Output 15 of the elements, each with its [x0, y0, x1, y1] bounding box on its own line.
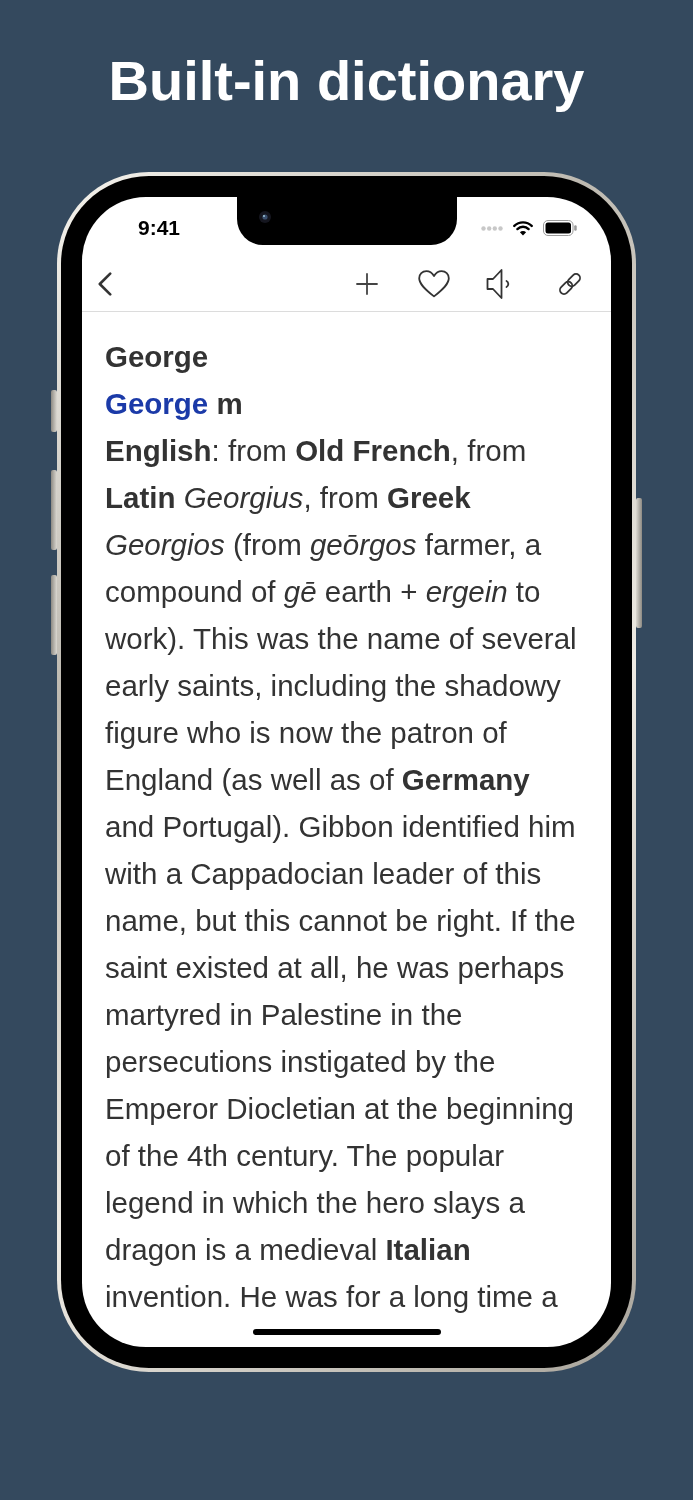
back-icon[interactable] — [98, 272, 112, 296]
entry-title: George — [105, 339, 209, 375]
entry-headword: George — [105, 386, 209, 422]
camera-lens-icon — [259, 211, 271, 223]
entry-definition: English: from Old French, from Latin Georgius, from Greek Georgios (from geōrgos farmer, a compound of gē earth + ergein to work). This was the name of several early saints, including the shadowy figure who is now the patron of England (as well as of Germany and Portugal). Gibbon identified him with a Cappadocian leader of this name, but this cannot be right. If the saint existed at all, he was perhaps martyred in Palestine in the persecutions instigated by the Emperor Diocletian at the beginning of the 4th century. The popular legend in which the hero slays a dragon is a medieval Italian invention. He was for a long time a — [105, 433, 578, 1315]
battery-icon — [543, 220, 577, 236]
heart-icon[interactable] — [418, 270, 450, 298]
gender-label: m — [216, 386, 243, 422]
wifi-icon — [513, 220, 533, 236]
signal-icon — [481, 225, 503, 231]
status-time: 9:41 — [138, 216, 181, 240]
plus-icon[interactable] — [356, 273, 378, 295]
link-icon[interactable] — [556, 270, 584, 298]
headline: Built-in dictionary — [108, 48, 585, 114]
speaker-icon[interactable] — [486, 268, 512, 300]
